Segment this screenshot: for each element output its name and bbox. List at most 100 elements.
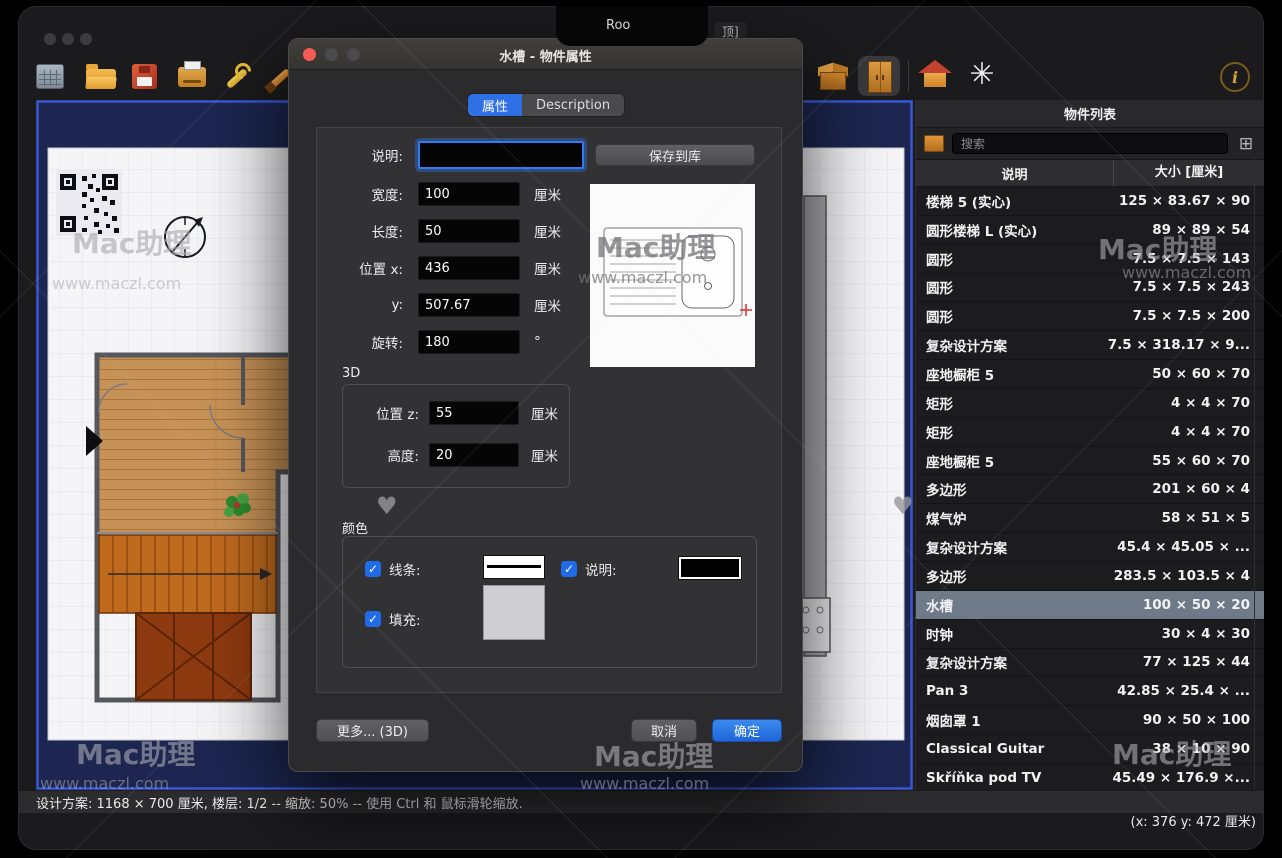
row-size: 45.4 × 45.05 × ... <box>1100 539 1264 555</box>
object-box-icon[interactable] <box>816 62 850 92</box>
height-input[interactable] <box>429 443 519 467</box>
object-preview <box>590 184 755 367</box>
table-row[interactable]: 多边形 201 × 60 × 4 <box>916 475 1264 504</box>
more-3d-button[interactable]: 更多... (3D) <box>316 719 429 742</box>
info-button[interactable]: i <box>1220 62 1250 92</box>
table-row[interactable]: 烟囱罩 1 90 × 50 × 100 <box>916 706 1264 735</box>
dialog-titlebar[interactable]: 水槽 - 物件属性 <box>289 39 802 70</box>
row-size: 7.5 × 7.5 × 243 <box>1100 279 1264 295</box>
width-label: 宽度: <box>333 184 403 204</box>
desc-color-label: 说明: <box>585 559 617 579</box>
desc-color-swatch[interactable] <box>679 557 741 579</box>
row-name: 矩形 <box>916 393 1100 413</box>
row-name: 多边形 <box>916 479 1100 499</box>
tab-properties[interactable]: 属性 <box>468 94 522 116</box>
row-size: 7.5 × 7.5 × 200 <box>1100 308 1264 324</box>
ok-button[interactable]: 确定 <box>712 719 782 742</box>
save-to-library-button[interactable]: 保存到库 <box>595 144 755 166</box>
wrench-tool-icon[interactable] <box>222 62 254 94</box>
print-icon[interactable] <box>178 67 206 87</box>
row-size: 7.5 × 7.5 × 143 <box>1100 251 1264 267</box>
lines-checkbox[interactable]: ✓ <box>365 561 381 577</box>
table-header[interactable]: 说明 大小 [厘米] <box>916 160 1264 187</box>
table-row[interactable]: 时钟 30 × 4 × 30 <box>916 620 1264 649</box>
save-icon[interactable] <box>132 64 157 89</box>
table-row[interactable]: 复杂设计方案 45.4 × 45.05 × ... <box>916 533 1264 562</box>
row-size: 4 × 4 × 70 <box>1100 424 1264 440</box>
table-row[interactable]: 矩形 4 × 4 × 70 <box>916 418 1264 447</box>
length-label: 长度: <box>333 221 403 241</box>
cabinet-library-button[interactable] <box>858 56 900 96</box>
report-table-icon[interactable] <box>36 64 64 89</box>
description-input[interactable] <box>418 141 584 169</box>
column-name[interactable]: 说明 <box>916 164 1113 183</box>
window-minimize-button[interactable] <box>62 33 74 45</box>
row-name: 座地橱柜 5 <box>916 451 1100 471</box>
table-row[interactable]: 座地橱柜 5 50 × 60 × 70 <box>916 360 1264 389</box>
window-zoom-button[interactable] <box>80 33 92 45</box>
row-size: 201 × 60 × 4 <box>1100 481 1264 497</box>
width-input[interactable] <box>418 182 520 206</box>
lines-color-swatch[interactable] <box>483 555 545 579</box>
column-size[interactable]: 大小 [厘米] <box>1113 160 1264 186</box>
tab-description[interactable]: Description <box>522 94 624 116</box>
table-row[interactable]: 圆形楼梯 L (实心) 89 × 89 × 54 <box>916 216 1264 245</box>
row-name: 矩形 <box>916 422 1100 442</box>
height-unit: 厘米 <box>531 445 558 465</box>
table-row[interactable]: Skříňka pod TV 45.49 × 176.9 ×... <box>916 764 1264 790</box>
camera-notch <box>556 6 708 46</box>
panel-title: 物件列表 <box>916 100 1264 128</box>
rotation-input[interactable] <box>418 330 520 354</box>
snowflake-icon[interactable]: ✳ <box>962 56 1002 94</box>
pointer-cursor <box>86 426 103 456</box>
group-3d-label: 3D <box>342 366 360 381</box>
length-unit: 厘米 <box>534 221 561 241</box>
search-input[interactable] <box>952 133 1228 154</box>
table-row[interactable]: 圆形 7.5 × 7.5 × 143 <box>916 245 1264 274</box>
row-size: 50 × 60 × 70 <box>1100 366 1264 382</box>
table-row[interactable]: 圆形 7.5 × 7.5 × 243 <box>916 274 1264 303</box>
table-row[interactable]: 水槽 100 × 50 × 20 <box>916 591 1264 620</box>
object-mini-icon <box>924 135 944 152</box>
fill-checkbox[interactable]: ✓ <box>365 611 381 627</box>
table-row[interactable]: 复杂设计方案 77 × 125 × 44 <box>916 649 1264 678</box>
qr-code <box>56 170 122 236</box>
row-size: 283.5 × 103.5 × 4 <box>1100 568 1264 584</box>
table-row[interactable]: 座地橱柜 5 55 × 60 × 70 <box>916 447 1264 476</box>
fill-color-swatch[interactable] <box>483 585 545 640</box>
desc-color-checkbox[interactable]: ✓ <box>561 561 577 577</box>
object-list-panel: 物件列表 ⊞ 说明 大小 [厘米] 楼梯 5 (实心) 125 × 83.67 … <box>915 100 1264 790</box>
house-icon[interactable] <box>918 58 952 92</box>
x-input[interactable] <box>418 256 520 280</box>
row-size: 90 × 50 × 100 <box>1100 712 1264 728</box>
row-size: 7.5 × 318.17 × 9... <box>1100 337 1264 353</box>
height-label: 高度: <box>357 445 419 465</box>
length-input[interactable] <box>418 219 520 243</box>
table-row[interactable]: Classical Guitar 38 × 10 × 90 <box>916 735 1264 764</box>
y-input[interactable] <box>418 293 520 317</box>
table-row[interactable]: 多边形 283.5 × 103.5 × 4 <box>916 562 1264 591</box>
row-name: 时钟 <box>916 624 1100 644</box>
row-name: 水槽 <box>916 595 1100 615</box>
grid-view-icon[interactable]: ⊞ <box>1236 135 1256 153</box>
open-folder-icon[interactable] <box>86 69 116 89</box>
row-name: 圆形 <box>916 306 1100 326</box>
row-name: 复杂设计方案 <box>916 652 1100 672</box>
status-text: 设计方案: 1168 × 700 厘米, 楼层: 1/2 -- 缩放: 50% … <box>36 793 523 812</box>
table-row[interactable]: 圆形 7.5 × 7.5 × 200 <box>916 302 1264 331</box>
table-row[interactable]: 矩形 4 × 4 × 70 <box>916 389 1264 418</box>
z-input[interactable] <box>429 401 519 425</box>
table-row[interactable]: Pan 3 42.85 × 25.4 × ... <box>916 677 1264 706</box>
window-close-button[interactable] <box>44 33 56 45</box>
cancel-button[interactable]: 取消 <box>631 719 697 742</box>
row-name: 座地橱柜 5 <box>916 364 1100 384</box>
table-row[interactable]: 楼梯 5 (实心) 125 × 83.67 × 90 <box>916 187 1264 216</box>
object-properties-dialog: 水槽 - 物件属性 属性 Description 说明: 保存到库 宽度: 厘米… <box>288 38 803 772</box>
table-row[interactable]: 煤气炉 58 × 51 × 5 <box>916 504 1264 533</box>
lines-label: 线条: <box>389 559 421 579</box>
row-name: 圆形楼梯 L (实心) <box>916 220 1100 240</box>
z-label: 位置 z: <box>357 403 419 423</box>
box-body <box>820 72 846 90</box>
colors-box: ✓ 线条: ✓ 说明: ✓ 填充: <box>342 536 757 668</box>
table-row[interactable]: 复杂设计方案 7.5 × 318.17 × 9... <box>916 331 1264 360</box>
